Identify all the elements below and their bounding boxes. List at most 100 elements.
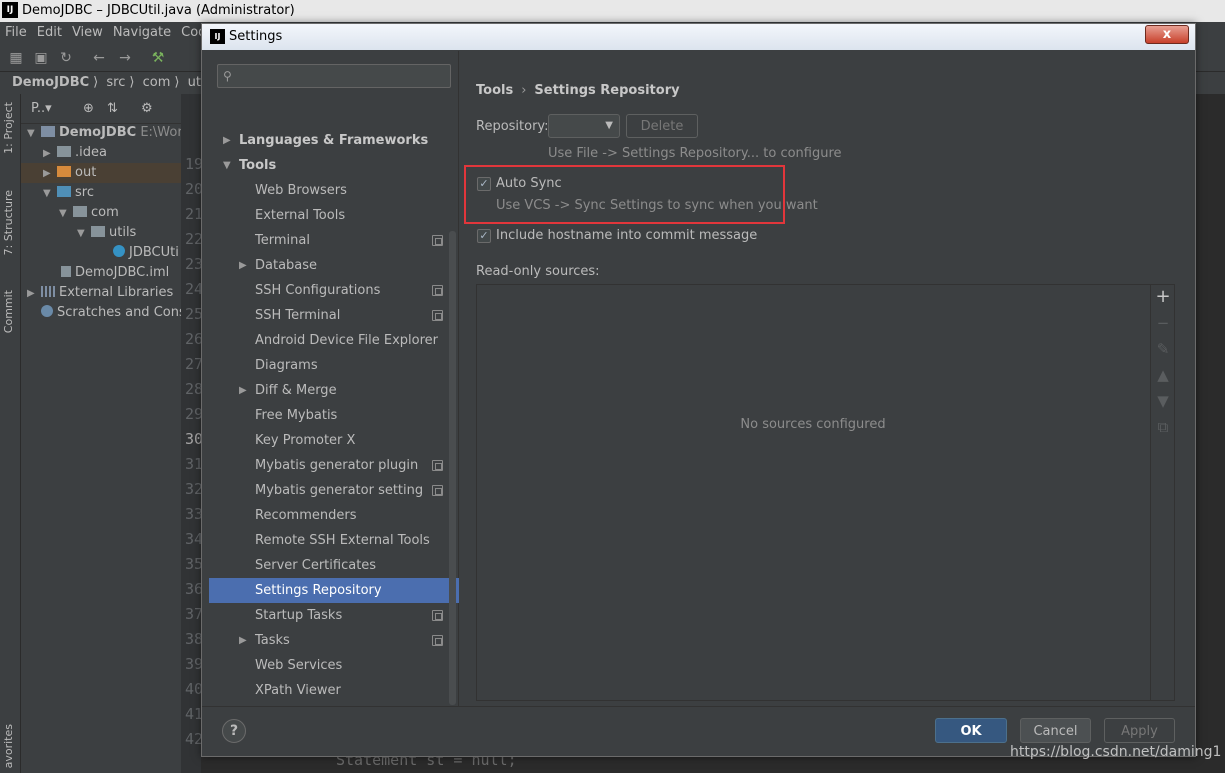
ide-title-bar: IJ DemoJDBC – JDBCUtil.java (Administrat… — [0, 0, 1225, 22]
menu-file[interactable]: File — [0, 22, 32, 44]
back-arrow-icon[interactable]: ← — [91, 50, 107, 66]
forward-arrow-icon[interactable]: → — [117, 50, 133, 66]
settings-tree-item-label: Diff & Merge — [255, 383, 337, 398]
settings-dialog: IJ Settings x ⚲ ▶ Languages & Frameworks ▼… — [201, 23, 1196, 757]
tool-tab-project[interactable]: 1: Project — [2, 102, 19, 154]
expanded-arrow-icon[interactable]: ▼ — [223, 153, 235, 178]
tree-node-iml[interactable]: DemoJDBC.iml — [61, 263, 169, 283]
project-level-settings-icon — [432, 610, 443, 621]
help-button[interactable]: ? — [222, 719, 246, 743]
project-level-settings-icon — [432, 285, 443, 296]
tree-node-scratches[interactable]: Scratches and Conso — [41, 303, 181, 323]
settings-search-input[interactable] — [242, 67, 446, 85]
settings-tree-item-startup-tasks[interactable]: Startup Tasks — [209, 603, 459, 628]
remove-icon: − — [1156, 314, 1170, 332]
apply-button[interactable]: Apply — [1104, 718, 1175, 743]
tree-node-out[interactable]: ▶ out — [21, 163, 181, 183]
settings-tree-item-web-browsers[interactable]: Web Browsers — [209, 178, 459, 203]
tree-node-project[interactable]: ▼DemoJDBC E:\Worl — [27, 123, 181, 143]
close-button[interactable]: x — [1145, 25, 1189, 44]
project-view-selector[interactable]: P..▾ — [31, 101, 52, 116]
save-icon[interactable]: ▣ — [33, 50, 49, 66]
chevron-down-icon: ▼ — [605, 120, 613, 131]
ide-left-tool-strip: 1: Project 7: Structure Commit avorites — [0, 94, 21, 773]
source-folder-icon — [57, 186, 71, 197]
settings-tree-item-terminal[interactable]: Terminal — [209, 228, 459, 253]
collapsed-arrow-icon[interactable]: ▶ — [239, 378, 251, 403]
settings-tree-item-tasks[interactable]: ▶ Tasks — [209, 628, 459, 653]
settings-tree-item-web-services[interactable]: Web Services — [209, 653, 459, 678]
settings-tree-item-free-mybatis[interactable]: Free Mybatis — [209, 403, 459, 428]
collapsed-arrow-icon[interactable]: ▶ — [239, 628, 251, 653]
auto-sync-label[interactable]: Auto Sync — [496, 176, 562, 191]
tree-scrollbar[interactable] — [449, 231, 456, 705]
breadcrumb-parent: Tools — [476, 83, 514, 98]
settings-tree-item-external-tools[interactable]: External Tools — [209, 203, 459, 228]
ok-button[interactable]: OK — [935, 718, 1007, 743]
settings-tree-item-mybatis-generator-setting[interactable]: Mybatis generator setting — [209, 478, 459, 503]
tree-node-src[interactable]: ▼ src — [43, 183, 94, 203]
menu-view[interactable]: View — [67, 22, 108, 44]
locate-icon[interactable]: ⊕ — [83, 101, 94, 116]
settings-tree-item-recommenders[interactable]: Recommenders — [209, 503, 459, 528]
project-level-settings-icon — [432, 235, 443, 246]
settings-tree-item-tools[interactable]: ▼ Tools — [209, 153, 459, 178]
settings-tree-item-settings-repository[interactable]: Settings Repository — [209, 578, 459, 603]
settings-tree-item-ssh-configurations[interactable]: SSH Configurations — [209, 278, 459, 303]
settings-tree-item-remote-ssh-external-tools[interactable]: Remote SSH External Tools — [209, 528, 459, 553]
settings-tree-item-diagrams[interactable]: Diagrams — [209, 353, 459, 378]
settings-tree-item-server-certificates[interactable]: Server Certificates — [209, 553, 459, 578]
intellij-logo-icon: IJ — [2, 2, 18, 18]
settings-tree-item-xpath-viewer[interactable]: XPath Viewer — [209, 678, 459, 703]
menu-navigate[interactable]: Navigate — [108, 22, 176, 44]
tree-node-idea[interactable]: ▶ .idea — [43, 143, 107, 163]
tool-tab-favorites[interactable]: avorites — [2, 724, 19, 768]
sync-icon[interactable]: ↻ — [58, 50, 74, 66]
settings-search[interactable]: ⚲ — [217, 64, 451, 88]
tree-node-utils[interactable]: ▼ utils — [77, 223, 136, 243]
settings-tree-item-ssh-terminal[interactable]: SSH Terminal — [209, 303, 459, 328]
open-folder-icon[interactable]: ▦ — [8, 50, 24, 66]
settings-tree-item-key-promoter-x[interactable]: Key Promoter X — [209, 428, 459, 453]
dialog-title-bar[interactable]: IJ Settings x — [202, 24, 1195, 50]
settings-tree-item-database[interactable]: ▶ Database — [209, 253, 459, 278]
editor-gutter: 19 20 21 22 23 24 25 26 27 28 29 30 31 32 33 34 35 36 37 38… — [181, 94, 203, 773]
sources-toolbar: + − ✎ ▲ ▼ ⧉ — [1150, 285, 1174, 700]
editor-area-edge — [1195, 94, 1225, 773]
include-hostname-label[interactable]: Include hostname into commit message — [496, 228, 757, 243]
crumb-src[interactable]: src — [106, 75, 125, 90]
menu-edit[interactable]: Edit — [32, 22, 67, 44]
module-folder-icon — [41, 126, 55, 137]
tree-node-com[interactable]: ▼ com — [59, 203, 119, 223]
settings-tree-item-diff-merge[interactable]: ▶ Diff & Merge — [209, 378, 459, 403]
tree-node-jdbcutil[interactable]: JDBCUti — [113, 243, 179, 263]
repository-dropdown[interactable]: ▼ — [548, 114, 620, 138]
readonly-sources-list[interactable]: No sources configured — [477, 285, 1149, 700]
settings-tree-item-languages-frameworks[interactable]: ▶ Languages & Frameworks — [209, 128, 459, 153]
gear-icon[interactable]: ⚙ — [141, 101, 153, 116]
build-hammer-icon[interactable]: ⚒ — [150, 50, 166, 66]
delete-button[interactable]: Delete — [626, 114, 698, 138]
cancel-button[interactable]: Cancel — [1020, 718, 1091, 743]
add-icon[interactable]: + — [1155, 288, 1171, 306]
crumb-project[interactable]: DemoJDBC — [12, 75, 89, 90]
settings-tree-item-mybatis-generator-plugin[interactable]: Mybatis generator plugin — [209, 453, 459, 478]
settings-content-pane: Tools › Settings Repository Repository: ▼ … — [460, 51, 1195, 706]
scratches-icon — [41, 305, 53, 317]
project-tool-window: P..▾ ⊕ ⇅ ⚙ ▼DemoJDBC E:\Worl ▶.idea ▶out… — [21, 94, 181, 773]
auto-sync-checkbox[interactable]: ✓ — [477, 177, 491, 191]
include-hostname-checkbox[interactable]: ✓ — [477, 229, 491, 243]
settings-tree-item-label: Tools — [239, 158, 277, 173]
settings-tree-item-label: Free Mybatis — [255, 408, 338, 423]
settings-tree-item-android-device-file-explorer[interactable]: Android Device File Explorer — [209, 328, 459, 353]
crumb-com[interactable]: com — [143, 75, 171, 90]
collapse-icon[interactable]: ⇅ — [107, 101, 118, 116]
collapsed-arrow-icon[interactable]: ▶ — [223, 128, 235, 153]
settings-tree-item-label: Web Services — [255, 658, 343, 673]
tool-tab-structure[interactable]: 7: Structure — [2, 190, 19, 255]
tool-tab-commit[interactable]: Commit — [2, 290, 19, 333]
tree-node-external-libraries[interactable]: ▶ External Libraries — [27, 283, 173, 303]
collapsed-arrow-icon[interactable]: ▶ — [239, 253, 251, 278]
project-level-settings-icon — [432, 460, 443, 471]
settings-tree-item-label: SSH Configurations — [255, 283, 381, 298]
